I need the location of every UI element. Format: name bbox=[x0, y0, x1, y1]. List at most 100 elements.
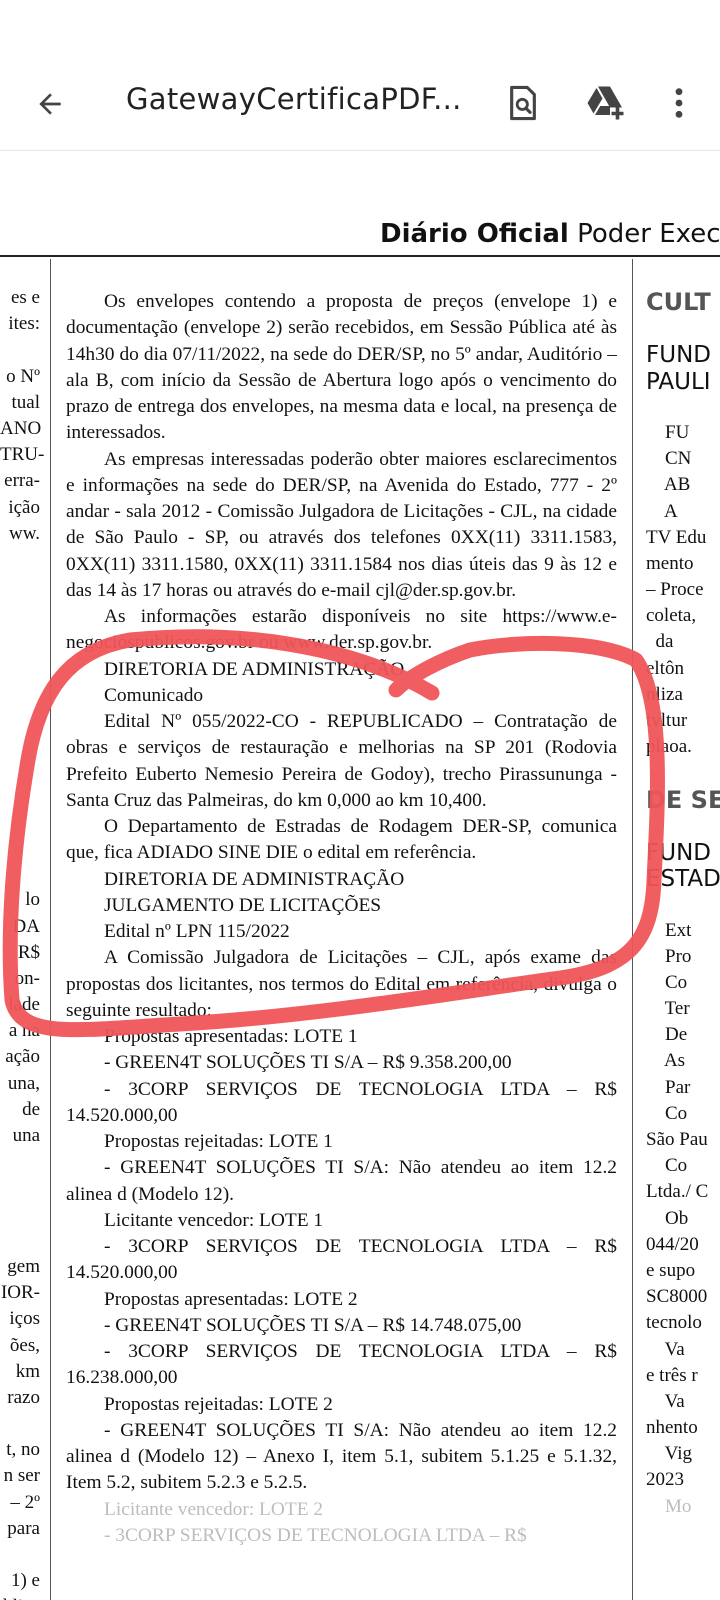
left-fragment-line: ição bbox=[8, 496, 40, 518]
left-fragment-line bbox=[0, 1411, 40, 1437]
left-fragment-line bbox=[0, 1228, 40, 1254]
right-fragment-line: TV Edu bbox=[646, 526, 707, 548]
left-fragment-line: ANO bbox=[0, 417, 42, 439]
right-fragment-line: Ter bbox=[646, 998, 690, 1020]
right-fragment-line: 2023 bbox=[646, 1469, 684, 1491]
right-fragment-line: tvltur bbox=[646, 710, 688, 731]
left-fragment-line: gem bbox=[7, 1255, 40, 1277]
right-fragment-line: Mo bbox=[646, 1495, 692, 1517]
header-rule bbox=[0, 255, 720, 257]
right-fragment-line: SC8000 bbox=[646, 1286, 708, 1308]
left-fragment-line: es e bbox=[10, 287, 40, 308]
document-paragraph: DIRETORIA DE ADMINISTRAÇÃO bbox=[104, 868, 405, 890]
add-to-drive-button[interactable] bbox=[584, 80, 630, 126]
document-paragraph: - 3CORP SERVIÇOS DE TECNOLOGIA LTDA – R$ bbox=[104, 1524, 527, 1546]
left-fragment-line: n ser bbox=[3, 1465, 40, 1487]
left-fragment-line: t, no bbox=[6, 1439, 40, 1461]
document-paragraph: - GREEN4T SOLUÇÕES TI S/A – R$ 9.358.200… bbox=[104, 1052, 512, 1074]
right-fragment-line: coleta, bbox=[646, 605, 697, 627]
document-title: GatewayCertificaPDF... bbox=[126, 82, 462, 116]
left-fragment-line: erra- bbox=[4, 470, 40, 492]
right-fragment-line bbox=[646, 394, 720, 420]
left-fragment-line bbox=[0, 1149, 40, 1175]
more-options-button[interactable] bbox=[656, 80, 702, 126]
left-fragment-line bbox=[0, 835, 40, 861]
document-paragraph: Comunicado bbox=[104, 684, 204, 706]
document-paragraph: Propostas rejeitadas: LOTE 1 bbox=[104, 1131, 333, 1152]
right-fragment-line: Va bbox=[646, 1338, 685, 1360]
document-paragraph: - GREEN4T SOLUÇÕES TI S/A: Não atendeu a… bbox=[66, 1157, 617, 1205]
document-paragraph: Licitante vencedor: LOTE 1 bbox=[104, 1209, 324, 1231]
left-fragment-line: una bbox=[12, 1125, 40, 1146]
left-fragment-line: ões, bbox=[9, 1334, 40, 1356]
left-fragment-line: km bbox=[15, 1360, 40, 1382]
right-fragment-line: 044/20 bbox=[646, 1233, 699, 1255]
drive-add-icon bbox=[587, 86, 624, 120]
right-column-fragment: CULT FUND PAULI FU CN AB A TV Edu mento – Pro… bbox=[646, 289, 720, 1520]
right-fragment-line: FUND bbox=[646, 839, 711, 866]
right-fragment-line: e supo bbox=[646, 1259, 696, 1281]
left-fragment-line bbox=[0, 1202, 40, 1228]
right-fragment-line: FU bbox=[646, 421, 690, 443]
right-fragment-line: FUND bbox=[646, 342, 711, 369]
left-column-fragment: es e ites: o Nº tual ANO TRU-erra-ição ww. lo DA… bbox=[0, 285, 45, 1600]
right-fragment-line bbox=[646, 813, 720, 839]
find-in-document-button[interactable] bbox=[500, 80, 546, 126]
right-fragment-line: Vig bbox=[646, 1443, 693, 1465]
right-fragment-line: A bbox=[646, 500, 678, 522]
right-fragment-line: CULT bbox=[646, 289, 711, 316]
more-vertical-icon bbox=[675, 88, 683, 118]
main-column-text: Os envelopes contendo a proposta de preç… bbox=[66, 289, 617, 1549]
right-fragment-line: DE SE bbox=[646, 785, 720, 814]
document-paragraph: JULGAMENTO DE LICITAÇÕES bbox=[104, 894, 382, 916]
right-fragment-line: ESTAD bbox=[646, 866, 720, 893]
right-fragment-line: De bbox=[646, 1024, 688, 1046]
left-fragment-line bbox=[0, 704, 40, 730]
left-fragment-line: on- bbox=[14, 967, 40, 989]
left-fragment-line: iços bbox=[9, 1308, 40, 1330]
document-paragraph: Propostas rejeitadas: LOTE 2 bbox=[104, 1393, 333, 1415]
header-rest: Poder Exec bbox=[568, 219, 720, 249]
right-fragment-line: eltôn bbox=[646, 657, 684, 679]
right-fragment-line: tecnolo bbox=[646, 1312, 702, 1334]
right-fragment-line: plaoa. bbox=[646, 736, 692, 758]
left-fragment-line bbox=[0, 809, 40, 835]
right-fragment-line: – Proce bbox=[646, 579, 704, 601]
left-fragment-line: de bbox=[22, 1098, 40, 1120]
document-paragraph: Edital Nº 055/2022-CO - REPUBLICADO – Co… bbox=[66, 711, 617, 811]
left-fragment-line: ites: bbox=[8, 313, 40, 335]
page-header: Diário Oficial Poder Exec bbox=[380, 219, 720, 249]
right-fragment-line: Ltda./ C bbox=[646, 1181, 709, 1203]
left-fragment-line bbox=[0, 337, 40, 363]
left-fragment-line bbox=[0, 547, 40, 573]
left-fragment-line: TRU- bbox=[0, 444, 45, 466]
right-fragment-line: nliza bbox=[646, 683, 683, 705]
right-fragment-line: Va bbox=[646, 1390, 685, 1412]
left-fragment-line: lo bbox=[25, 889, 40, 911]
right-fragment-line: Pro bbox=[646, 945, 692, 967]
document-paragraph: - 3CORP SERVIÇOS DE TECNOLOGIA LTDA – R$… bbox=[66, 1236, 617, 1284]
pdf-page[interactable]: Diário Oficial Poder Exec es e ites: o Nº t… bbox=[0, 151, 720, 1600]
left-fragment-line: o Nº bbox=[6, 365, 40, 387]
right-fragment-line: Ob bbox=[646, 1207, 689, 1229]
left-fragment-line bbox=[0, 730, 40, 756]
document-paragraph: Licitante vencedor: LOTE 2 bbox=[104, 1498, 324, 1520]
right-fragment-line bbox=[646, 891, 720, 917]
left-fragment-line: ww. bbox=[9, 522, 40, 544]
header-bold: Diário Oficial bbox=[380, 219, 569, 249]
left-fragment-line: blica bbox=[0, 1594, 40, 1600]
document-search-icon bbox=[510, 85, 536, 121]
right-fragment-line: da bbox=[646, 631, 674, 653]
right-fragment-line: As bbox=[646, 1050, 686, 1072]
document-paragraph: Propostas apresentadas: LOTE 1 bbox=[104, 1026, 358, 1047]
left-fragment-line: razo bbox=[7, 1386, 40, 1408]
document-paragraph: Os envelopes contendo a proposta de preç… bbox=[66, 291, 617, 444]
right-fragment-line: CN bbox=[646, 448, 692, 470]
right-fragment-line: e três r bbox=[646, 1364, 698, 1386]
right-fragment-line bbox=[646, 760, 720, 786]
document-paragraph: - GREEN4T SOLUÇÕES TI S/A – R$ 14.748.07… bbox=[104, 1314, 522, 1336]
document-paragraph: Edital nº LPN 115/2022 bbox=[104, 921, 290, 942]
back-button[interactable] bbox=[28, 82, 72, 126]
document-paragraph: As empresas interessadas poderão obter m… bbox=[66, 448, 617, 601]
left-fragment-line: tual bbox=[11, 391, 41, 413]
